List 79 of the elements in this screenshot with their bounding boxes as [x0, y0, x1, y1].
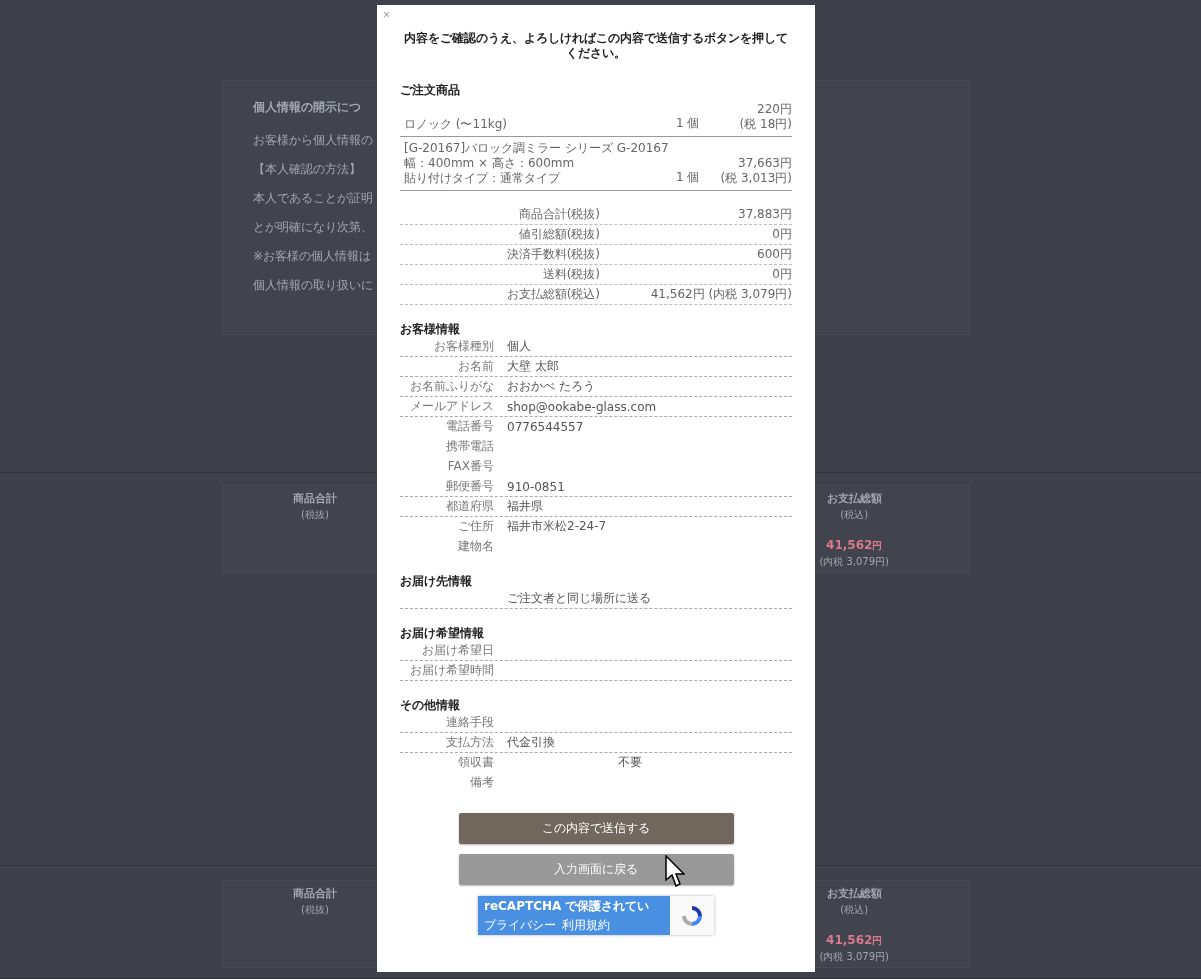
- summary-note: (税抜): [301, 903, 329, 917]
- notice-text: お客様から個人情報の: [253, 132, 373, 149]
- section-heading: ご注文商品: [400, 83, 461, 97]
- field-value: 代金引換: [507, 735, 555, 749]
- notice-text: とが明確になり次第、: [253, 219, 373, 236]
- total-value: 41,562円 (内税 3,079円): [649, 286, 792, 303]
- field-value: 大壁 太郎: [507, 359, 559, 373]
- item-quantity: 1 個: [676, 169, 701, 186]
- total-value: 0円: [771, 226, 792, 243]
- field-label: 都道府県: [445, 498, 494, 515]
- submit-button[interactable]: この内容で送信する: [458, 813, 734, 844]
- total-label: 値引総額(税抜): [517, 226, 600, 243]
- back-button[interactable]: 入力画面に戻る: [458, 854, 734, 885]
- field-value: おおかべ たろう: [507, 379, 595, 393]
- total-amount: 41,562円: [826, 933, 883, 948]
- field-value: ご注文者と同じ場所に送る: [507, 591, 651, 605]
- field-value: 不要: [617, 755, 642, 769]
- field-label: 建物名: [457, 538, 494, 555]
- field-label: メールアドレス: [409, 398, 494, 415]
- total-label: 商品合計(税抜): [517, 206, 600, 223]
- notice-title: 個人情報の開示につ: [253, 99, 361, 116]
- section-heading: お届け先情報: [400, 574, 473, 588]
- item-price: 220円: [757, 102, 792, 117]
- total-value: 600円: [756, 246, 792, 263]
- section-heading: お届け希望情報: [400, 626, 485, 640]
- field-value: 福井市米松2-24-7: [507, 519, 607, 533]
- field-label: お届け希望日: [421, 642, 494, 659]
- field-label: お届け希望時間: [409, 662, 494, 679]
- item-tax: (税 3,013円): [720, 171, 792, 186]
- item-quantity: 1 個: [676, 115, 701, 132]
- item-text: [G-20167]バロック調ミラー シリーズ G-20167: [404, 141, 670, 156]
- recaptcha-link[interactable]: プライバシー: [484, 916, 556, 934]
- total-label: お支払総額(税込): [505, 286, 600, 303]
- field-value: 福井県: [507, 499, 543, 513]
- summary-note: (税込): [840, 508, 869, 522]
- summary-label: お支払総額: [826, 887, 882, 901]
- field-label: 領収書: [457, 754, 494, 771]
- summary-note: (税込): [840, 903, 869, 917]
- item-tax: (税 18円): [739, 117, 792, 132]
- field-label: FAX番号: [446, 458, 494, 475]
- total-label: 決済手数料(税抜): [505, 246, 600, 263]
- section-heading: お客様情報: [400, 322, 461, 336]
- field-label: 連絡手段: [445, 714, 494, 731]
- total-amount: 41,562円: [826, 538, 883, 553]
- recaptcha-text: reCAPTCHA で保護されてい: [484, 897, 651, 915]
- notice-text: ※お客様の個人情報は: [253, 248, 372, 265]
- field-value: shop@ookabe-glass.com: [507, 399, 657, 414]
- field-label: お名前ふりがな: [409, 378, 494, 395]
- total-value: 37,883円: [737, 206, 792, 223]
- field-label: ご住所: [457, 518, 494, 535]
- field-label: 備考: [469, 774, 494, 791]
- item-text: ロノック (〜11kg): [404, 117, 508, 132]
- field-label: 電話番号: [445, 418, 494, 435]
- field-label: 携帯電話: [445, 438, 494, 455]
- total-label: 送料(税抜): [541, 266, 600, 283]
- summary-label: 商品合計: [293, 492, 337, 506]
- close-button[interactable]: ×: [383, 8, 390, 22]
- summary-label: お支払総額: [826, 492, 882, 506]
- notice-text: 【本人確認の方法】: [253, 161, 361, 178]
- recaptcha-link[interactable]: 利用規約: [562, 916, 610, 934]
- item-text: 幅：400mm × 高さ：600mm: [404, 156, 576, 171]
- total-value: 0円: [771, 266, 792, 283]
- field-label: お客様種別: [433, 338, 494, 355]
- tax-note: (内税 3,079円): [819, 950, 889, 964]
- field-label: 支払方法: [445, 734, 494, 751]
- notice-text: 本人であることが証明: [253, 190, 373, 207]
- field-value: 個人: [507, 339, 531, 353]
- notice-text: 個人情報の取り扱いに: [253, 277, 373, 294]
- field-label: お名前: [457, 358, 494, 375]
- field-value: 0776544557: [507, 419, 584, 434]
- field-label: 郵便番号: [445, 478, 494, 495]
- item-text: 貼り付けタイプ：通常タイプ: [404, 171, 562, 186]
- summary-label: 商品合計: [293, 887, 337, 901]
- item-price: 37,663円: [738, 156, 792, 171]
- tax-note: (内税 3,079円): [819, 555, 889, 569]
- instruction-text: 内容をご確認のうえ、よろしければこの内容で送信するボタンを押してください。: [403, 31, 789, 61]
- section-heading: その他情報: [400, 698, 461, 712]
- summary-note: (税抜): [301, 508, 329, 522]
- field-value: 910-0851: [507, 479, 565, 494]
